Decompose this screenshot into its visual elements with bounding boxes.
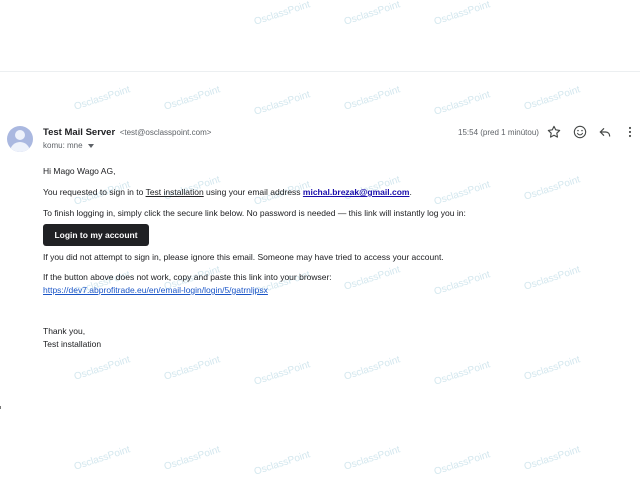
watermark: OsclassPoint [342,264,402,293]
sender-line: Test Mail Server <test@osclasspoint.com> [43,127,211,138]
top-divider [0,71,640,72]
sender-email: <test@osclasspoint.com> [119,128,212,137]
watermark: OsclassPoint [432,179,492,208]
watermark: OsclassPoint [162,354,222,383]
watermark: OsclassPoint [432,89,492,118]
watermark: OsclassPoint [522,264,582,293]
emoji-icon[interactable] [572,124,588,140]
ignore-notice-text: If you did not attempt to sign in, pleas… [43,252,444,262]
watermark: OsclassPoint [252,0,312,28]
watermark: OsclassPoint [342,354,402,383]
instructions-text: To finish logging in, simply click the s… [43,208,466,218]
watermark: OsclassPoint [522,444,582,473]
watermark: OsclassPoint [342,0,402,28]
sign-in-request-text: You requested to sign in to Test install… [43,187,412,197]
text-fragment: using your email address [203,187,303,197]
login-button[interactable]: Login to my account [43,224,149,246]
text-fragment: . [409,187,412,197]
recipient-label: komu: mne [43,141,83,150]
watermark: OsclassPoint [162,444,222,473]
text-fragment: You requested to sign in to [43,187,146,197]
watermark: OsclassPoint [522,84,582,113]
watermark: OsclassPoint [522,174,582,203]
closing-thanks: Thank you, [43,326,86,336]
email-address-link[interactable]: michal.brezak@gmail.com [303,187,410,197]
watermark: OsclassPoint [72,354,132,383]
watermark: OsclassPoint [162,84,222,113]
more-vert-icon[interactable] [622,124,638,140]
watermark: OsclassPoint [342,84,402,113]
sender-name[interactable]: Test Mail Server [43,127,115,138]
greeting: Hi Mago Wago AG, [43,166,116,176]
recipient-dropdown[interactable]: komu: mne [43,141,94,150]
reply-icon[interactable] [597,124,613,140]
avatar-icon[interactable] [7,126,33,152]
watermark: OsclassPoint [432,269,492,298]
watermark: OsclassPoint [432,0,492,28]
watermark: OsclassPoint [72,444,132,473]
login-url-link[interactable]: https://dev7.abprofitrade.eu/en/email-lo… [43,285,268,295]
caret-down-icon [87,143,94,148]
edge-mark [0,406,1,409]
watermark: OsclassPoint [522,354,582,383]
closing-signature: Test installation [43,339,102,349]
watermark: OsclassPoint [252,449,312,478]
watermark: OsclassPoint [342,444,402,473]
star-icon[interactable] [546,124,562,140]
site-name-link[interactable]: Test installation [146,187,204,197]
watermark: OsclassPoint [432,359,492,388]
watermark: OsclassPoint [432,449,492,478]
watermark: OsclassPoint [72,84,132,113]
fallback-instructions-text: If the button above does not work, copy … [43,272,332,282]
watermark: OsclassPoint [252,89,312,118]
timestamp: 15:54 (pred 1 minútou) [458,128,539,137]
watermark: OsclassPoint [252,359,312,388]
